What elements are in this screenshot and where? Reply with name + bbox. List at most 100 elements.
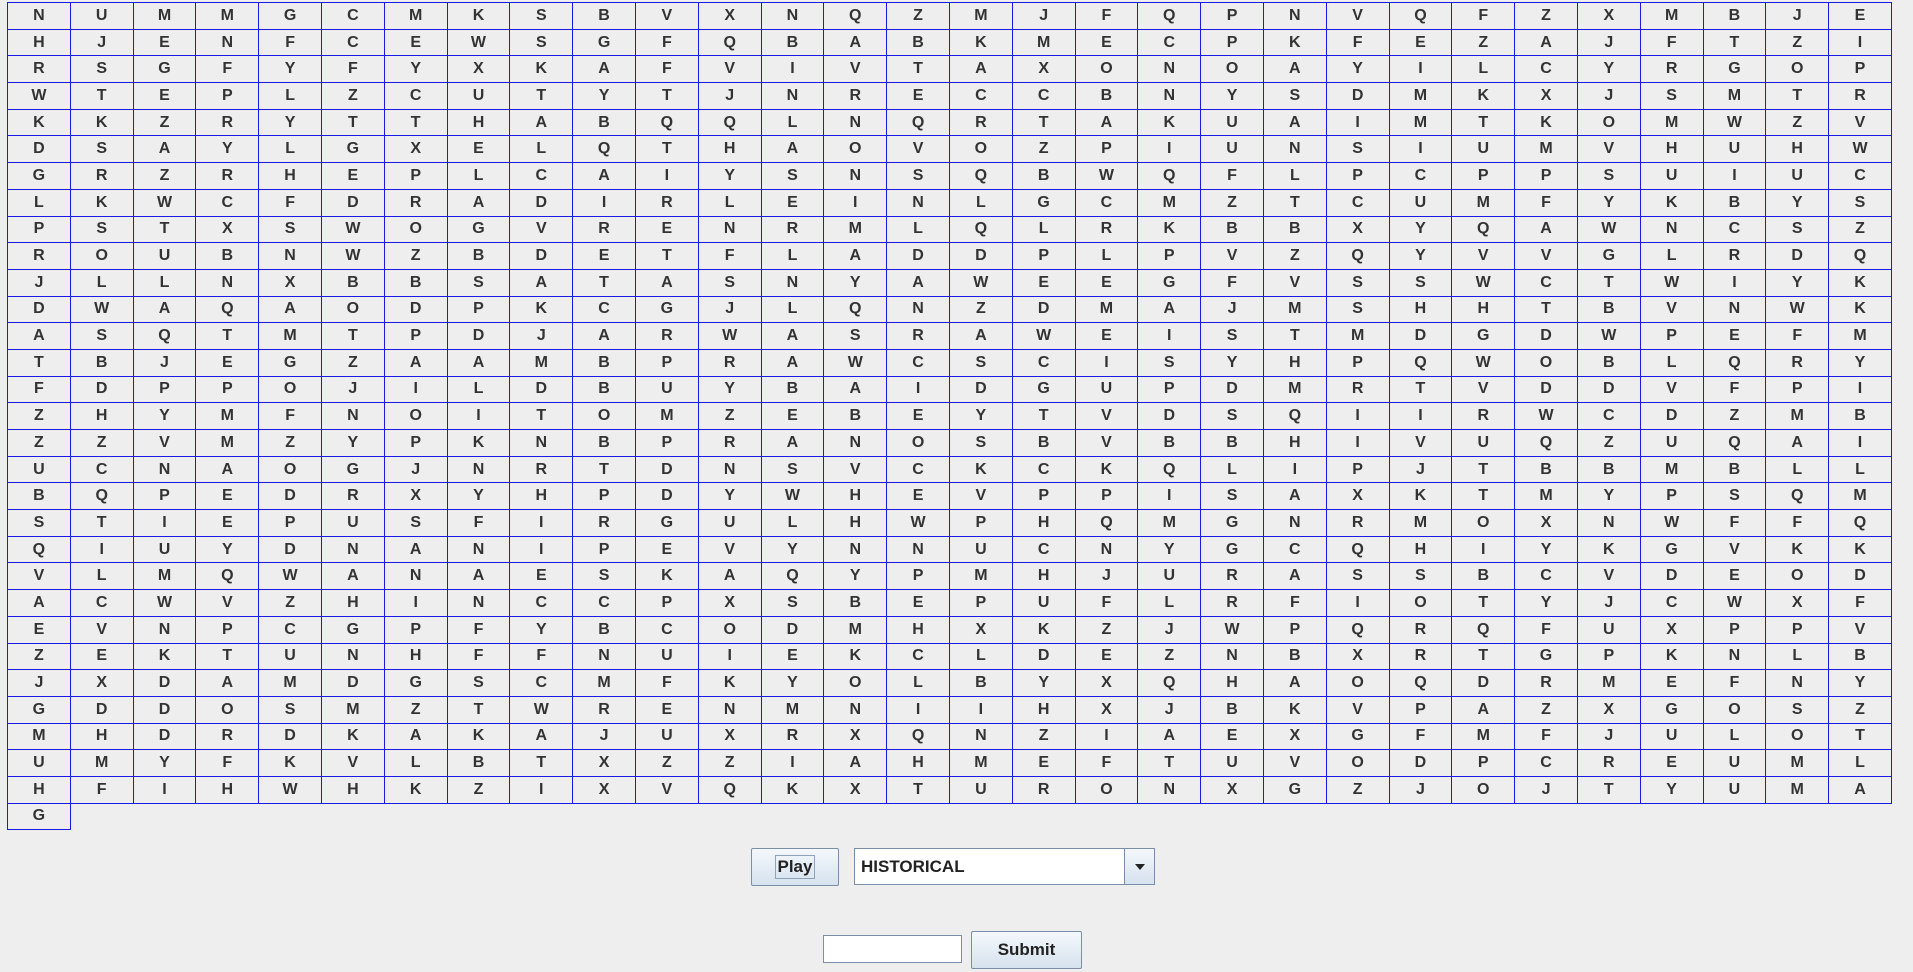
grid-cell[interactable]: E: [1075, 323, 1139, 350]
grid-cell[interactable]: Z: [1452, 29, 1516, 57]
grid-cell[interactable]: K: [1452, 83, 1516, 110]
grid-cell[interactable]: O: [1201, 56, 1264, 84]
grid-cell[interactable]: S: [761, 163, 825, 190]
grid-cell[interactable]: R: [8, 56, 71, 84]
grid-cell[interactable]: N: [698, 216, 762, 244]
grid-cell[interactable]: W: [1640, 269, 1704, 297]
grid-cell[interactable]: U: [1452, 430, 1516, 457]
grid-cell[interactable]: T: [133, 216, 197, 244]
grid-cell[interactable]: X: [1326, 483, 1390, 511]
grid-cell[interactable]: S: [447, 670, 511, 697]
grid-cell[interactable]: W: [824, 349, 888, 377]
grid-cell[interactable]: T: [1452, 456, 1516, 484]
grid-cell[interactable]: V: [1263, 269, 1327, 297]
grid-cell[interactable]: W: [259, 776, 322, 804]
grid-cell[interactable]: S: [949, 349, 1013, 377]
grid-cell[interactable]: H: [824, 510, 888, 537]
grid-cell[interactable]: U: [635, 376, 699, 404]
grid-cell[interactable]: Q: [1138, 3, 1202, 30]
grid-cell[interactable]: A: [321, 563, 385, 591]
grid-cell[interactable]: M: [1766, 403, 1830, 430]
grid-cell[interactable]: H: [824, 483, 888, 511]
grid-cell[interactable]: I: [887, 696, 950, 724]
grid-cell[interactable]: T: [1452, 109, 1516, 137]
grid-cell[interactable]: H: [8, 776, 71, 804]
grid-cell[interactable]: M: [384, 3, 448, 30]
grid-cell[interactable]: R: [698, 349, 762, 377]
grid-cell[interactable]: S: [1263, 83, 1327, 110]
grid-cell[interactable]: S: [70, 216, 134, 244]
grid-cell[interactable]: A: [824, 29, 888, 57]
grid-cell[interactable]: S: [70, 56, 134, 84]
grid-cell[interactable]: E: [761, 189, 825, 217]
grid-cell[interactable]: C: [1829, 163, 1892, 190]
grid-cell[interactable]: P: [1201, 29, 1264, 57]
grid-cell[interactable]: P: [1640, 323, 1704, 350]
grid-cell[interactable]: D: [259, 723, 322, 751]
grid-cell[interactable]: T: [573, 456, 636, 484]
grid-cell[interactable]: J: [573, 723, 636, 751]
grid-cell[interactable]: P: [949, 590, 1013, 617]
grid-cell[interactable]: C: [196, 189, 260, 217]
grid-cell[interactable]: F: [1452, 3, 1516, 30]
grid-cell[interactable]: W: [1766, 296, 1830, 324]
grid-cell[interactable]: E: [8, 616, 71, 644]
grid-cell[interactable]: Q: [1389, 3, 1453, 30]
grid-cell[interactable]: M: [1515, 136, 1578, 164]
grid-cell[interactable]: L: [761, 510, 825, 537]
grid-cell[interactable]: T: [1577, 776, 1641, 804]
grid-cell[interactable]: K: [1766, 536, 1830, 564]
grid-cell[interactable]: P: [887, 563, 950, 591]
grid-cell[interactable]: S: [573, 563, 636, 591]
grid-cell[interactable]: B: [1577, 349, 1641, 377]
grid-cell[interactable]: Z: [8, 403, 71, 430]
grid-cell[interactable]: H: [321, 776, 385, 804]
grid-cell[interactable]: B: [1703, 189, 1767, 217]
grid-cell[interactable]: W: [447, 29, 511, 57]
grid-cell[interactable]: F: [1703, 670, 1767, 697]
grid-cell[interactable]: C: [1263, 536, 1327, 564]
grid-cell[interactable]: B: [1075, 83, 1139, 110]
grid-cell[interactable]: V: [1452, 243, 1516, 270]
grid-cell[interactable]: T: [1703, 29, 1767, 57]
grid-cell[interactable]: N: [259, 243, 322, 270]
grid-cell[interactable]: M: [1640, 109, 1704, 137]
grid-cell[interactable]: K: [70, 109, 134, 137]
grid-cell[interactable]: R: [1829, 83, 1892, 110]
grid-cell[interactable]: Y: [824, 269, 888, 297]
grid-cell[interactable]: P: [447, 296, 511, 324]
grid-cell[interactable]: L: [1075, 243, 1139, 270]
grid-cell[interactable]: W: [1515, 403, 1578, 430]
grid-cell[interactable]: S: [1201, 483, 1264, 511]
grid-cell[interactable]: Q: [1389, 349, 1453, 377]
grid-cell[interactable]: W: [1577, 216, 1641, 244]
grid-cell[interactable]: U: [1766, 163, 1830, 190]
grid-cell[interactable]: B: [761, 29, 825, 57]
grid-cell[interactable]: B: [447, 243, 511, 270]
grid-cell[interactable]: K: [1829, 296, 1892, 324]
grid-cell[interactable]: C: [887, 456, 950, 484]
grid-cell[interactable]: V: [1577, 563, 1641, 591]
grid-cell[interactable]: T: [510, 750, 574, 777]
grid-cell[interactable]: G: [133, 56, 197, 84]
grid-cell[interactable]: T: [1766, 83, 1830, 110]
grid-cell[interactable]: U: [259, 643, 322, 671]
grid-cell[interactable]: M: [133, 563, 197, 591]
grid-cell[interactable]: B: [887, 29, 950, 57]
grid-cell[interactable]: M: [761, 696, 825, 724]
grid-cell[interactable]: F: [196, 56, 260, 84]
grid-cell[interactable]: Q: [824, 296, 888, 324]
grid-cell[interactable]: A: [1766, 430, 1830, 457]
grid-cell[interactable]: C: [1515, 563, 1578, 591]
grid-cell[interactable]: F: [447, 643, 511, 671]
grid-cell[interactable]: Z: [1829, 696, 1892, 724]
grid-cell[interactable]: D: [1829, 563, 1892, 591]
grid-cell[interactable]: K: [1829, 536, 1892, 564]
grid-cell[interactable]: I: [1075, 723, 1139, 751]
grid-cell[interactable]: D: [1389, 323, 1453, 350]
grid-cell[interactable]: K: [447, 723, 511, 751]
grid-cell[interactable]: B: [8, 483, 71, 511]
grid-cell[interactable]: A: [384, 536, 448, 564]
grid-cell[interactable]: A: [196, 670, 260, 697]
grid-cell[interactable]: S: [259, 696, 322, 724]
